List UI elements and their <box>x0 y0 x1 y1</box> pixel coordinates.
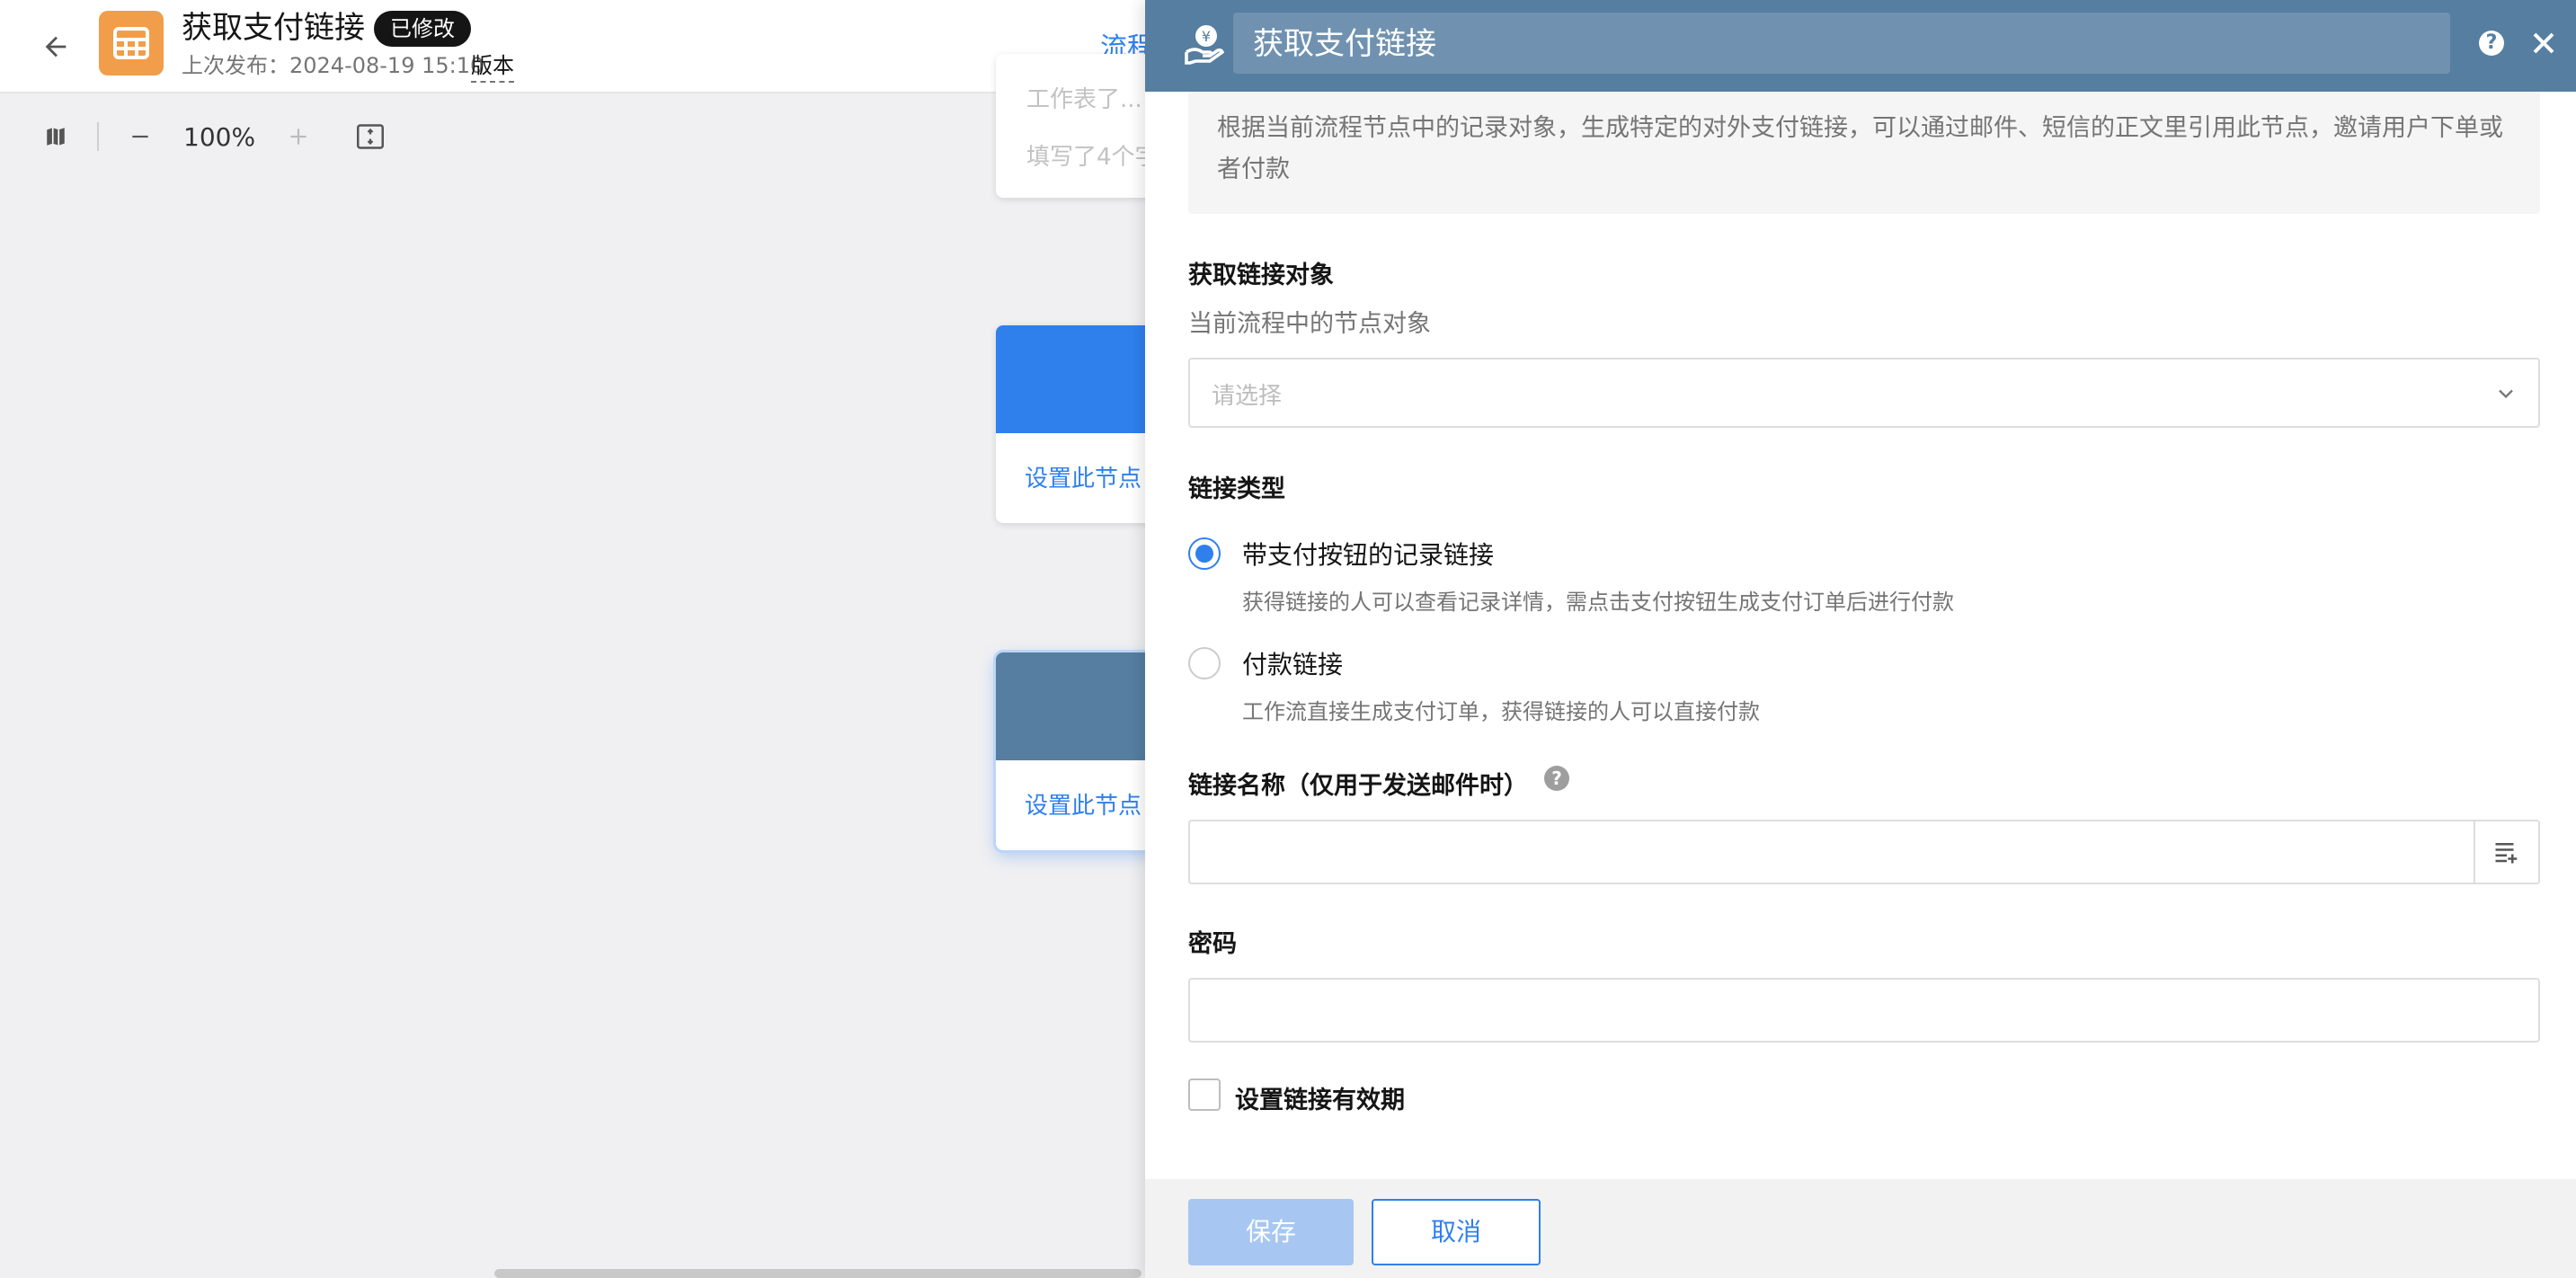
panel-title: 获取支付链接 <box>1253 26 1436 62</box>
password-field[interactable] <box>1188 978 2540 1043</box>
radio-record-link[interactable] <box>1188 537 1221 570</box>
save-button[interactable]: 保存 <box>1188 1199 1354 1265</box>
panel-header: ¥ 获取支付链接 ? <box>1145 0 2576 92</box>
payment-hand-icon: ¥ <box>1185 23 1225 67</box>
fit-screen-icon[interactable] <box>351 117 390 156</box>
card-text: 工作表了... <box>1026 86 1142 113</box>
insert-field-icon[interactable] <box>2474 821 2538 883</box>
validity-checkbox[interactable] <box>1188 1078 1221 1111</box>
horizontal-scrollbar[interactable] <box>494 1269 1141 1278</box>
version-link[interactable]: 版本 <box>471 50 514 83</box>
card-text: 填写了4个字 <box>1026 144 1159 171</box>
link-object-label: 获取链接对象 <box>1188 262 1334 289</box>
password-label: 密码 <box>1188 930 1237 958</box>
node-config-panel: ¥ 获取支付链接 ? 根据当前流程节点中的记录对象，生成特定的对外支付链接，可以… <box>1145 0 2576 1278</box>
help-icon[interactable]: ? <box>1544 766 1569 791</box>
link-name-field[interactable] <box>1188 820 2540 884</box>
link-name-label: 链接名称（仅用于发送邮件时） <box>1188 772 1528 800</box>
zoom-level: 100% <box>183 121 256 152</box>
last-publish-time: 上次发布：2024-08-19 15:10 <box>182 53 484 78</box>
radio-label[interactable]: 付款链接 <box>1242 645 1343 681</box>
chevron-down-icon <box>2493 381 2518 406</box>
back-arrow-icon[interactable] <box>34 25 77 68</box>
panel-description: 根据当前流程节点中的记录对象，生成特定的对外支付链接，可以通过邮件、短信的正文里… <box>1217 114 2503 183</box>
page-title: 获取支付链接 <box>182 10 365 46</box>
zoom-in-icon[interactable] <box>279 117 318 156</box>
link-name-input[interactable] <box>1190 821 2474 883</box>
link-type-label: 链接类型 <box>1188 475 1285 503</box>
radio-payment-link[interactable] <box>1188 647 1221 679</box>
link-object-sublabel: 当前流程中的节点对象 <box>1188 310 1431 338</box>
radio-description: 获得链接的人可以查看记录详情，需点击支付按钮生成支付订单后进行付款 <box>1242 590 1954 615</box>
grid-table-icon <box>99 11 164 75</box>
zoom-out-icon[interactable] <box>120 117 160 156</box>
configure-node-link[interactable]: 设置此节点 <box>1025 460 1141 493</box>
svg-text:¥: ¥ <box>1202 28 1211 45</box>
canvas-toolbar: 100% <box>36 115 390 158</box>
configure-node-link[interactable]: 设置此节点 <box>1025 787 1141 821</box>
validity-label[interactable]: 设置链接有效期 <box>1235 1080 1405 1115</box>
modified-badge: 已修改 <box>374 11 471 47</box>
map-icon[interactable] <box>36 117 76 156</box>
password-input[interactable] <box>1190 980 2538 1041</box>
panel-footer: 保存 取消 <box>1145 1179 2576 1278</box>
toolbar-divider <box>97 122 99 151</box>
link-object-select[interactable]: 请选择 <box>1188 358 2540 428</box>
select-placeholder: 请选择 <box>1212 383 1283 410</box>
help-icon[interactable]: ? <box>2479 31 2504 56</box>
close-icon[interactable] <box>2526 25 2562 61</box>
radio-label[interactable]: 带支付按钮的记录链接 <box>1242 536 1494 572</box>
radio-description: 工作流直接生成支付订单，获得链接的人可以直接付款 <box>1242 699 1760 724</box>
cancel-button[interactable]: 取消 <box>1372 1199 1541 1265</box>
